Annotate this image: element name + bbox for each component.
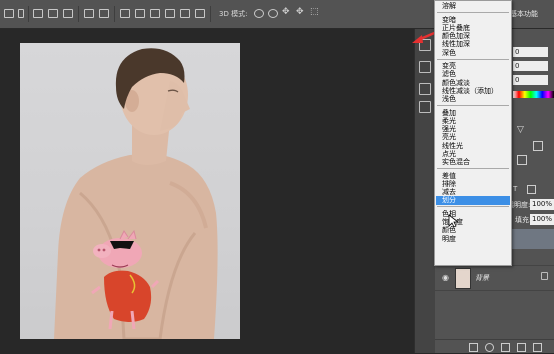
- blend-mode-item[interactable]: 划分: [436, 196, 510, 206]
- new-layer-icon[interactable]: [533, 343, 542, 352]
- orbit-3d-icon[interactable]: [254, 9, 264, 18]
- slide-3d-icon[interactable]: ✥: [296, 7, 306, 18]
- fill-field[interactable]: 100%: [530, 214, 554, 225]
- dropdown-arrow-icon[interactable]: [18, 9, 24, 18]
- pan-3d-icon[interactable]: ✥: [282, 7, 292, 18]
- align-bottom-icon[interactable]: [63, 9, 73, 18]
- color-value-field-2[interactable]: 0: [513, 61, 548, 71]
- opacity-field[interactable]: 100%: [530, 199, 554, 210]
- brush-icon[interactable]: [419, 101, 431, 113]
- menu-separator: [437, 168, 509, 170]
- link-layers-icon[interactable]: [469, 343, 478, 352]
- blend-mode-item[interactable]: 明度: [436, 235, 510, 244]
- adjustment-levels-icon[interactable]: ▽: [517, 125, 524, 135]
- blend-mode-item[interactable]: 浅色: [436, 95, 510, 104]
- menu-separator: [437, 206, 509, 208]
- photo-man-with-peppa-tattoo: [54, 48, 218, 339]
- adjustment-curves-icon[interactable]: [533, 141, 543, 151]
- menu-separator: [437, 58, 509, 60]
- panel-icon-column: [414, 29, 435, 353]
- blend-mode-item[interactable]: 实色混合: [436, 158, 510, 167]
- background-layer-row[interactable]: ◉ 背景: [435, 265, 554, 291]
- lock-icon: [541, 272, 548, 280]
- distribute-horizontal-icon[interactable]: [180, 9, 190, 18]
- mode-3d-label: 3D 模式:: [219, 10, 248, 18]
- color-value-field-3[interactable]: 0: [513, 75, 548, 85]
- blend-mode-menu[interactable]: 溶解 变暗 正片叠底 颜色加深 线性加深 深色 变亮 滤色 颜色减淡 线性减淡（添加） 浅色 叠加 柔光…: [434, 0, 512, 266]
- background-layer-name: 背景: [475, 274, 489, 282]
- layer-thumbnail: [455, 268, 471, 289]
- character-icon[interactable]: [419, 61, 431, 73]
- color-value-field-1[interactable]: 0: [513, 47, 548, 57]
- adjustment-exposure-icon[interactable]: [517, 155, 527, 165]
- roll-3d-icon[interactable]: [268, 9, 278, 18]
- align-middle-icon[interactable]: [48, 9, 58, 18]
- blend-mode-item[interactable]: 溶解: [436, 2, 510, 11]
- paragraph-icon[interactable]: [419, 83, 431, 95]
- align-top-icon[interactable]: [33, 9, 43, 18]
- align-center-icon[interactable]: [99, 9, 109, 18]
- menu-separator: [437, 12, 509, 14]
- align-left-icon[interactable]: [84, 9, 94, 18]
- new-group-icon[interactable]: [517, 343, 526, 352]
- layer-style-icon[interactable]: [485, 343, 494, 352]
- blend-mode-item[interactable]: 深色: [436, 49, 510, 58]
- layers-bottom-bar: [435, 339, 554, 354]
- workspace-switcher[interactable]: 基本功能: [510, 0, 554, 28]
- distribute-right-icon[interactable]: [195, 9, 205, 18]
- distribute-left-icon[interactable]: [165, 9, 175, 18]
- arrow-cursor-icon: [448, 214, 458, 228]
- color-ramp[interactable]: [513, 91, 554, 98]
- move-icon[interactable]: [4, 9, 14, 18]
- workspace-label: 基本功能: [510, 10, 538, 18]
- scale-3d-icon[interactable]: ⬚: [310, 7, 320, 18]
- distribute-top-icon[interactable]: [120, 9, 130, 18]
- shape-filter-icon[interactable]: [527, 185, 536, 194]
- document-canvas[interactable]: [20, 43, 240, 339]
- distribute-middle-icon[interactable]: [135, 9, 145, 18]
- text-filter-icon[interactable]: T: [513, 185, 517, 193]
- fill-label: 填充:: [515, 216, 532, 224]
- mask-icon[interactable]: [501, 343, 510, 352]
- menu-separator: [437, 105, 509, 107]
- eye-icon[interactable]: ◉: [442, 273, 449, 282]
- distribute-bottom-icon[interactable]: [150, 9, 160, 18]
